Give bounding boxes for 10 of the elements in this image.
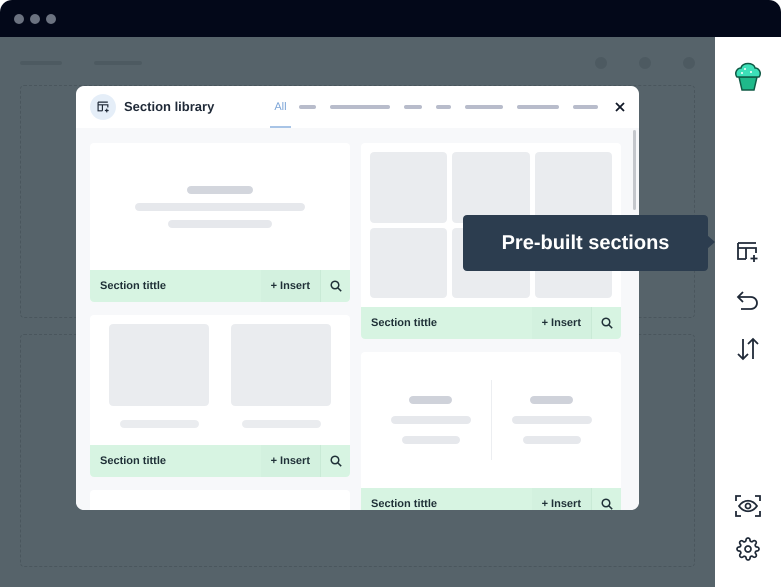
insert-button[interactable]: + Insert — [532, 488, 591, 510]
insert-button[interactable]: + Insert — [260, 270, 320, 302]
section-title: Section tittle — [100, 278, 168, 294]
section-title: Section tittle — [100, 454, 168, 469]
tooltip: Pre-built sections — [463, 215, 708, 271]
section-title: Section tittle — [371, 496, 438, 510]
section-title: Section tittle — [371, 316, 438, 331]
insert-button[interactable]: + Insert — [260, 445, 320, 477]
dialog-title: Section library — [124, 98, 214, 116]
insert-button[interactable]: + Insert — [532, 307, 591, 339]
